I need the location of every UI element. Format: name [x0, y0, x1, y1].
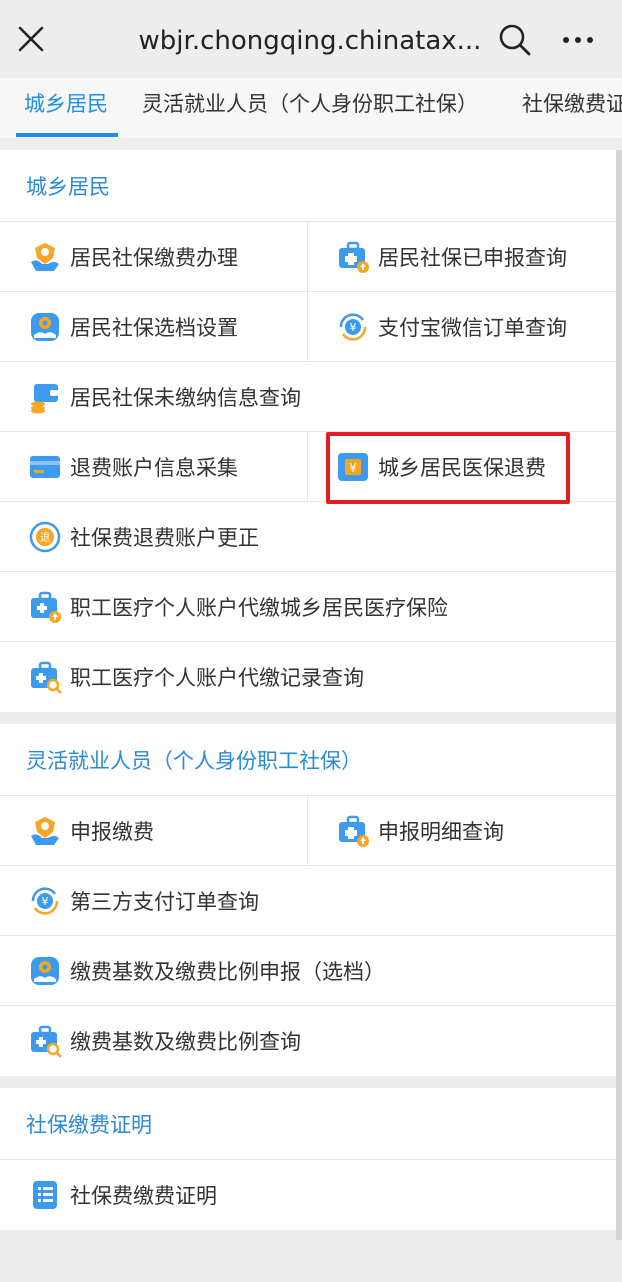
menu-item-label: 缴费基数及缴费比例申报（选档） [70, 960, 385, 984]
tab-payment-certificate[interactable]: 社保缴费证 [522, 78, 622, 138]
menu-row: 申报缴费 申报明细查询 [0, 796, 616, 866]
medical-case-search-icon [28, 660, 62, 694]
declare-payment-item[interactable]: 申报缴费 [0, 796, 308, 866]
menu-item-label: 第三方支付订单查询 [70, 890, 259, 914]
category-tabs: 城乡居民 灵活就业人员（个人身份职工社保） 社保缴费证 [0, 78, 622, 138]
resident-declared-query-item[interactable]: 居民社保已申报查询 [308, 222, 616, 292]
menu-row: 职工医疗个人账户代缴记录查询 [0, 642, 616, 712]
highlight-box [326, 432, 570, 504]
tab-flexible-employment[interactable]: 灵活就业人员（个人身份职工社保） [142, 78, 478, 138]
menu-item-label: 社保费退费账户更正 [70, 526, 259, 550]
menu-row: 居民社保缴费办理 居民社保已申报查询 [0, 222, 616, 292]
active-tab-indicator [16, 133, 118, 137]
service-content: 城乡居民 居民社保缴费办理 居民社保已申报查询 居民社保选档设置 支付宝微信订单… [0, 150, 616, 1242]
menu-row: 社保费退费账户更正 [0, 502, 616, 572]
scrollbar[interactable] [616, 150, 622, 1240]
third-party-order-query-item[interactable]: 第三方支付订单查询 [0, 866, 616, 936]
menu-row: 职工医疗个人账户代缴城乡居民医疗保险 [0, 572, 616, 642]
section-flexible-employment: 灵活就业人员（个人身份职工社保） 申报缴费 申报明细查询 第三方支付订单查询 缴… [0, 724, 616, 1076]
yuan-refresh-icon [28, 884, 62, 918]
medical-case-search-icon [28, 1024, 62, 1058]
card-icon [28, 450, 62, 484]
menu-item-label: 支付宝微信订单查询 [378, 316, 567, 340]
menu-item-label: 职工医疗个人账户代缴城乡居民医疗保险 [70, 596, 448, 620]
menu-item-label: 社保费缴费证明 [70, 1184, 217, 1208]
menu-item-label: 居民社保选档设置 [70, 316, 238, 340]
gear-hand-icon [28, 310, 62, 344]
declaration-detail-query-item[interactable]: 申报明细查询 [308, 796, 616, 866]
hand-shield-icon [28, 240, 62, 274]
wallet-icon [28, 380, 62, 414]
base-ratio-query-item[interactable]: 缴费基数及缴费比例查询 [0, 1006, 616, 1076]
menu-item-label: 退费账户信息采集 [70, 456, 238, 480]
menu-item-label: 居民社保已申报查询 [378, 246, 567, 270]
alipay-wechat-order-query-item[interactable]: 支付宝微信订单查询 [308, 292, 616, 362]
yuan-refresh-icon [336, 310, 370, 344]
menu-row: 居民社保未缴纳信息查询 [0, 362, 616, 432]
browser-top-bar: wbjr.chongqing.chinatax... [0, 0, 622, 78]
medical-case-upload-icon [28, 590, 62, 624]
menu-item-label: 居民社保未缴纳信息查询 [70, 386, 301, 410]
document-list-icon [28, 1178, 62, 1212]
menu-row: 退费账户信息采集 城乡居民医保退费 [0, 432, 616, 504]
menu-item-label: 申报明细查询 [378, 820, 504, 844]
employee-account-proxy-payment-item[interactable]: 职工医疗个人账户代缴城乡居民医疗保险 [0, 572, 616, 642]
section-urban-rural-residents: 城乡居民 居民社保缴费办理 居民社保已申报查询 居民社保选档设置 支付宝微信订单… [0, 150, 616, 712]
section-title: 社保缴费证明 [0, 1088, 616, 1160]
more-options-icon[interactable] [558, 26, 598, 54]
payment-certificate-item[interactable]: 社保费缴费证明 [0, 1160, 616, 1230]
section-title: 灵活就业人员（个人身份职工社保） [0, 724, 616, 796]
tab-urban-rural-residents[interactable]: 城乡居民 [24, 78, 108, 138]
search-coin-icon [28, 520, 62, 554]
gear-hand-icon [28, 954, 62, 988]
menu-row: 居民社保选档设置 支付宝微信订单查询 [0, 292, 616, 362]
menu-item-label: 申报缴费 [70, 820, 154, 844]
menu-row: 第三方支付订单查询 [0, 866, 616, 936]
menu-row: 缴费基数及缴费比例申报（选档） [0, 936, 616, 1006]
medical-insurance-refund-item[interactable]: 城乡居民医保退费 [308, 432, 616, 504]
menu-item-label: 居民社保缴费办理 [70, 246, 238, 270]
page-url: wbjr.chongqing.chinatax... [138, 26, 482, 56]
section-title: 城乡居民 [0, 150, 616, 222]
menu-row: 社保费缴费证明 [0, 1160, 616, 1230]
close-icon[interactable] [14, 22, 48, 56]
resident-tier-setting-item[interactable]: 居民社保选档设置 [0, 292, 308, 362]
medical-case-icon [336, 240, 370, 274]
proxy-payment-record-query-item[interactable]: 职工医疗个人账户代缴记录查询 [0, 642, 616, 712]
base-ratio-declaration-item[interactable]: 缴费基数及缴费比例申报（选档） [0, 936, 616, 1006]
resident-insurance-payment-item[interactable]: 居民社保缴费办理 [0, 222, 308, 292]
medical-case-icon [336, 814, 370, 848]
refund-account-collection-item[interactable]: 退费账户信息采集 [0, 432, 308, 502]
menu-item-label: 职工医疗个人账户代缴记录查询 [70, 666, 364, 690]
search-icon[interactable] [497, 22, 533, 58]
refund-account-correction-item[interactable]: 社保费退费账户更正 [0, 502, 616, 572]
section-payment-certificate: 社保缴费证明 社保费缴费证明 [0, 1088, 616, 1230]
unpaid-info-query-item[interactable]: 居民社保未缴纳信息查询 [0, 362, 616, 432]
menu-item-label: 缴费基数及缴费比例查询 [70, 1030, 301, 1054]
menu-row: 缴费基数及缴费比例查询 [0, 1006, 616, 1076]
hand-shield-icon [28, 814, 62, 848]
